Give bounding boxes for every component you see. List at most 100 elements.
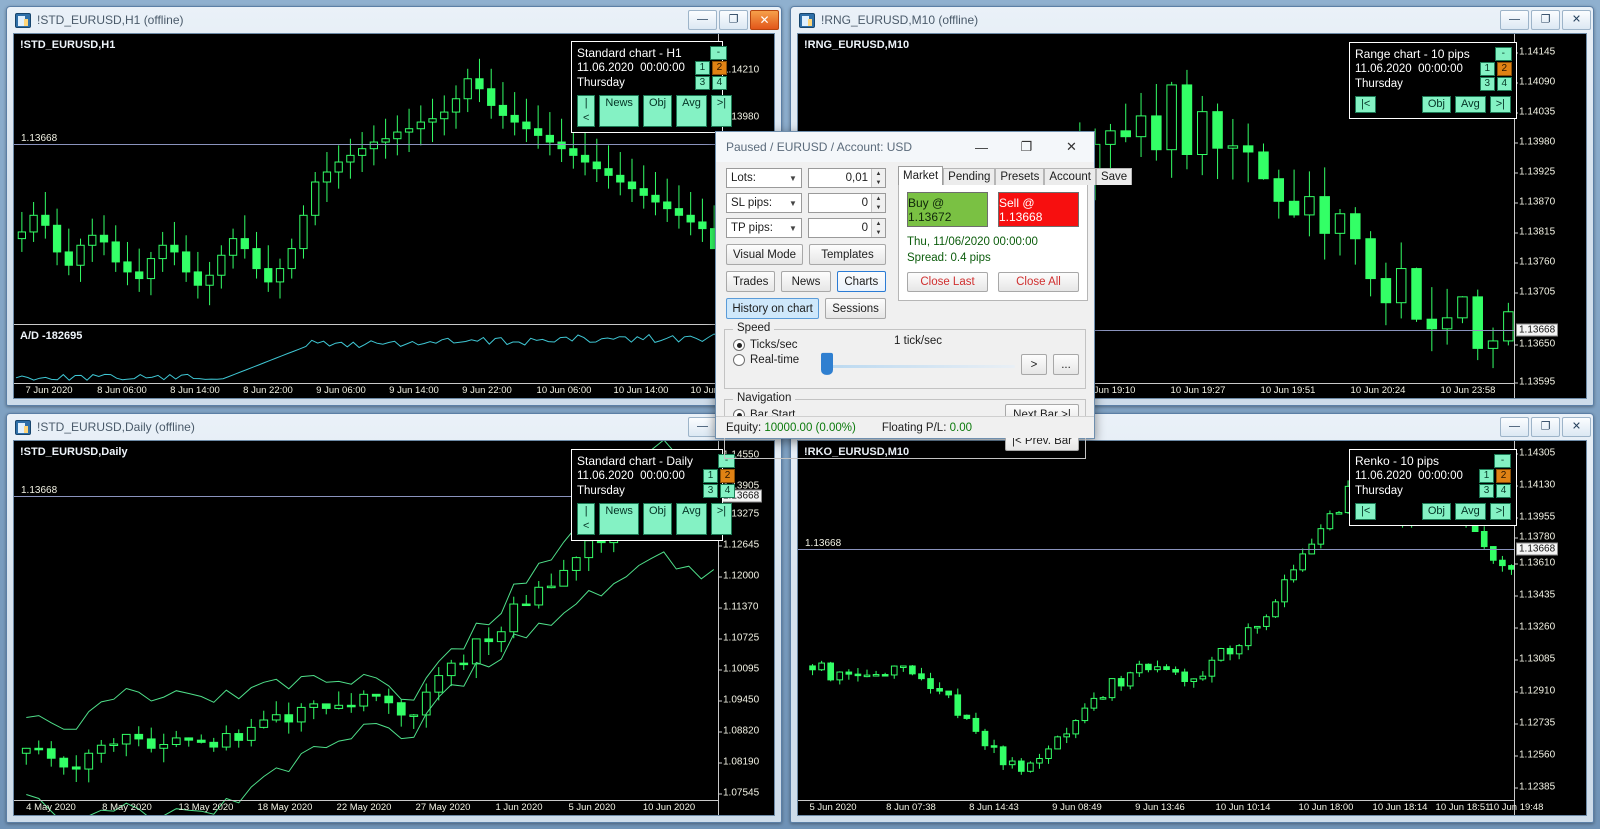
- chart-window-rko-m10[interactable]: !RKO_EURUSD,M10 (offline) — ❐ ✕ !RKO_EUR…: [790, 413, 1594, 823]
- minimize-button[interactable]: —: [1500, 10, 1529, 30]
- preset-button-2[interactable]: 2: [1496, 469, 1511, 483]
- panel-prev-button[interactable]: |<: [1355, 96, 1376, 113]
- minimize-button[interactable]: —: [688, 417, 717, 437]
- tab-account[interactable]: Account: [1044, 168, 1096, 185]
- panel-next-button[interactable]: >|: [711, 503, 732, 535]
- preset-button-1[interactable]: 1: [1480, 62, 1495, 76]
- panel-avg-button[interactable]: Avg: [1455, 503, 1486, 520]
- sl-spin-arrows[interactable]: ▲▼: [871, 194, 885, 212]
- preset-button-1[interactable]: 1: [1479, 469, 1494, 483]
- slider-thumb[interactable]: [821, 353, 833, 375]
- dialog-minimize-button[interactable]: —: [959, 133, 1004, 162]
- tp-stepper[interactable]: 0 ▲▼: [808, 218, 886, 238]
- minimize-button[interactable]: —: [1500, 417, 1529, 437]
- close-last-button[interactable]: Close Last: [907, 272, 988, 292]
- charts-button[interactable]: Charts: [837, 271, 886, 292]
- tab-save[interactable]: Save: [1096, 168, 1132, 185]
- panel-obj-button[interactable]: Obj: [643, 95, 672, 127]
- slider-track[interactable]: [821, 365, 1015, 368]
- chart-canvas-rko-m10[interactable]: !RKO_EURUSD,M10 1.13668 1.14305 1.14130 …: [797, 440, 1587, 816]
- panel-news-button[interactable]: News: [599, 95, 639, 127]
- price-axis[interactable]: 1.14305 1.14130 1.13955 1.13668 1.13780 …: [1514, 441, 1586, 815]
- panel-next-button[interactable]: >|: [1490, 96, 1511, 113]
- radio-ticks-per-sec[interactable]: Ticks/sec: [733, 339, 799, 351]
- window-titlebar[interactable]: !RNG_EURUSD,M10 (offline) — ❐ ✕: [791, 7, 1593, 33]
- spin-up-icon[interactable]: ▲: [872, 219, 885, 228]
- panel-prev-button[interactable]: |<: [577, 95, 595, 127]
- panel-obj-button[interactable]: Obj: [643, 503, 672, 535]
- preset-button-4[interactable]: 4: [1496, 484, 1511, 498]
- panel-avg-button[interactable]: Avg: [676, 503, 707, 535]
- tab-pending[interactable]: Pending: [943, 168, 995, 185]
- spin-down-icon[interactable]: ▼: [872, 228, 885, 237]
- preset-button-2[interactable]: 2: [720, 469, 735, 483]
- spin-up-icon[interactable]: ▲: [872, 169, 885, 178]
- maximize-button[interactable]: ❐: [719, 10, 748, 30]
- sell-button[interactable]: Sell @ 1.13668: [998, 192, 1079, 227]
- chart-info-panel[interactable]: Standard chart - Daily 11.06.2020 00:00:…: [571, 449, 723, 541]
- window-titlebar[interactable]: !STD_EURUSD,Daily (offline) — ❐ ✕: [7, 414, 781, 440]
- panel-next-button[interactable]: >|: [1490, 503, 1511, 520]
- panel-avg-button[interactable]: Avg: [676, 95, 707, 127]
- panel-prev-button[interactable]: |<: [1355, 503, 1376, 520]
- chart-info-panel[interactable]: Range chart - 10 pips 11.06.2020 00:00:0…: [1349, 42, 1517, 119]
- dialog-close-button[interactable]: ✕: [1049, 133, 1094, 162]
- price-axis[interactable]: 1.14145 1.14090 1.14035 1.13980 1.13925 …: [1514, 34, 1586, 398]
- chart-canvas-std-daily[interactable]: !STD_EURUSD,Daily 1.13668 1.14550 1.1390…: [13, 440, 775, 816]
- preset-button-3[interactable]: 3: [703, 484, 718, 498]
- trade-control-dialog[interactable]: Paused / EURUSD / Account: USD — ❐ ✕ Lot…: [715, 131, 1095, 439]
- maximize-button[interactable]: ❐: [1531, 10, 1560, 30]
- lots-spin-arrows[interactable]: ▲▼: [871, 169, 885, 187]
- dialog-maximize-button[interactable]: ❐: [1004, 133, 1049, 162]
- speed-slider[interactable]: [821, 352, 1015, 378]
- close-button[interactable]: ✕: [1562, 10, 1591, 30]
- speed-step-button[interactable]: >: [1021, 354, 1047, 375]
- preset-button-4[interactable]: 4: [712, 76, 727, 90]
- dialog-titlebar[interactable]: Paused / EURUSD / Account: USD — ❐ ✕: [716, 132, 1094, 162]
- minimize-button[interactable]: —: [688, 10, 717, 30]
- preset-button-1[interactable]: 1: [703, 469, 718, 483]
- history-on-chart-button[interactable]: History on chart: [726, 298, 819, 319]
- visual-mode-button[interactable]: Visual Mode: [726, 244, 803, 265]
- panel-avg-button[interactable]: Avg: [1455, 96, 1486, 113]
- chart-window-std-daily[interactable]: !STD_EURUSD,Daily (offline) — ❐ ✕ !STD_E…: [6, 413, 782, 823]
- time-axis[interactable]: 7 Jun 2020 8 Jun 06:00 8 Jun 14:00 8 Jun…: [14, 383, 718, 398]
- news-button[interactable]: News: [781, 271, 830, 292]
- preset-button-3[interactable]: 3: [1479, 484, 1494, 498]
- preset-button-2[interactable]: 2: [712, 61, 727, 75]
- spin-up-icon[interactable]: ▲: [872, 194, 885, 203]
- panel-obj-button[interactable]: Obj: [1422, 96, 1451, 113]
- tp-combo[interactable]: TP pips: ▼: [726, 218, 802, 238]
- lots-combo[interactable]: Lots: ▼: [726, 168, 802, 188]
- tab-market[interactable]: Market: [898, 166, 943, 185]
- info-panel-minimize-button[interactable]: -: [1494, 454, 1511, 468]
- chart-canvas-std-h1[interactable]: !STD_EURUSD,H1 A/D -182695 1.13668 1.142…: [13, 33, 775, 399]
- panel-next-button[interactable]: >|: [711, 95, 732, 127]
- preset-button-2[interactable]: 2: [1497, 62, 1512, 76]
- sl-stepper[interactable]: 0 ▲▼: [808, 193, 886, 213]
- close-button[interactable]: ✕: [750, 10, 779, 30]
- panel-news-button[interactable]: News: [599, 503, 639, 535]
- lots-stepper[interactable]: 0,01 ▲▼: [808, 168, 886, 188]
- tp-spin-arrows[interactable]: ▲▼: [871, 219, 885, 237]
- chart-info-panel[interactable]: Renko - 10 pips 11.06.2020 00:00:00 Thur…: [1349, 449, 1517, 526]
- radio-real-time[interactable]: Real-time: [733, 354, 799, 366]
- preset-button-1[interactable]: 1: [695, 61, 710, 75]
- close-button[interactable]: ✕: [1562, 417, 1591, 437]
- close-all-button[interactable]: Close All: [998, 272, 1079, 292]
- templates-button[interactable]: Templates: [809, 244, 886, 265]
- window-titlebar[interactable]: !STD_EURUSD,H1 (offline) — ❐ ✕: [7, 7, 781, 33]
- sessions-button[interactable]: Sessions: [825, 298, 886, 319]
- preset-button-3[interactable]: 3: [1480, 77, 1495, 91]
- info-panel-minimize-button[interactable]: -: [1495, 47, 1512, 61]
- info-panel-minimize-button[interactable]: -: [710, 46, 727, 60]
- chart-info-panel[interactable]: Standard chart - H1 11.06.2020 00:00:00 …: [571, 41, 723, 133]
- tab-presets[interactable]: Presets: [995, 168, 1044, 185]
- preset-button-3[interactable]: 3: [695, 76, 710, 90]
- sl-combo[interactable]: SL pips: ▼: [726, 193, 802, 213]
- speed-more-button[interactable]: ...: [1053, 354, 1079, 375]
- preset-button-4[interactable]: 4: [720, 484, 735, 498]
- trades-button[interactable]: Trades: [726, 271, 775, 292]
- time-axis[interactable]: 5 Jun 2020 8 Jun 07:38 8 Jun 14:43 9 Jun…: [798, 800, 1514, 815]
- panel-prev-button[interactable]: |<: [577, 503, 595, 535]
